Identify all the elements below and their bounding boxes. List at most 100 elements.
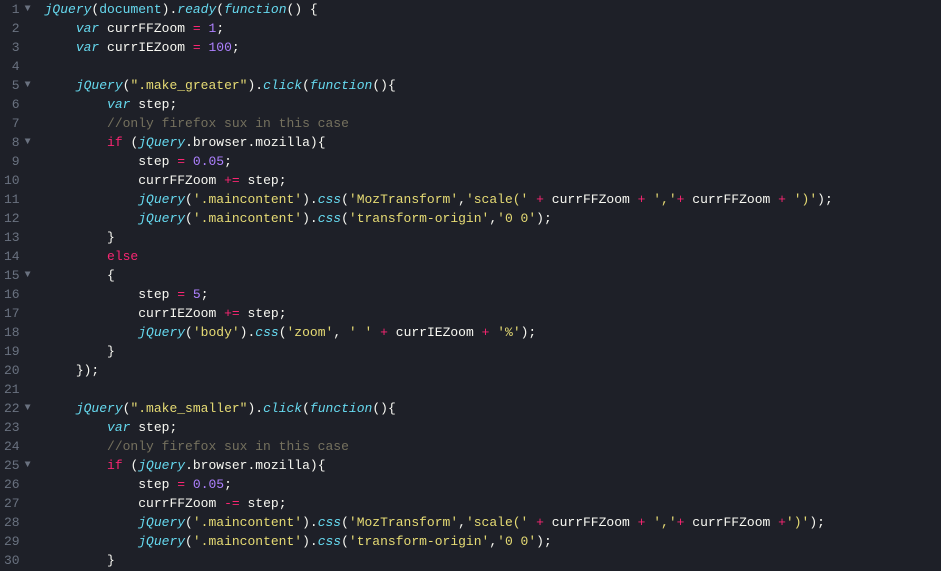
code-line[interactable]: jQuery(".make_smaller").click(function()… <box>45 399 941 418</box>
token-var: browser <box>193 133 248 152</box>
token-func: css <box>255 323 278 342</box>
code-line[interactable]: var currIEZoom = 100; <box>45 38 941 57</box>
token-indent <box>45 266 107 285</box>
fold-marker-icon[interactable]: ▼ <box>23 266 33 285</box>
code-line[interactable]: { <box>45 266 941 285</box>
code-line[interactable]: } <box>45 228 941 247</box>
fold-marker-icon[interactable]: ▼ <box>23 0 33 19</box>
token-punct <box>185 19 193 38</box>
token-string: ".make_smaller" <box>130 399 247 418</box>
token-string: '%' <box>497 323 520 342</box>
token-punct <box>544 190 552 209</box>
code-line[interactable]: }); <box>45 361 941 380</box>
code-line[interactable]: jQuery('.maincontent').css('MozTransform… <box>45 190 941 209</box>
code-line[interactable]: step = 5; <box>45 285 941 304</box>
token-punct: ( <box>302 76 310 95</box>
code-line[interactable]: var step; <box>45 95 941 114</box>
token-punct: ). <box>247 76 263 95</box>
token-var: step <box>138 95 169 114</box>
code-line[interactable]: currFFZoom += step; <box>45 171 941 190</box>
token-operator: + <box>677 513 685 532</box>
token-punct <box>216 304 224 323</box>
token-indent <box>45 304 139 323</box>
token-indent <box>45 209 139 228</box>
token-punct: ( <box>123 133 139 152</box>
line-number: 12 <box>4 209 33 228</box>
token-operator: + <box>536 190 544 209</box>
code-editor[interactable]: 1▼2345▼678▼9101112131415▼16171819202122▼… <box>0 0 941 571</box>
code-line[interactable] <box>45 380 941 399</box>
token-indent <box>45 475 139 494</box>
token-punct: ){ <box>310 456 326 475</box>
code-line[interactable]: jQuery(document).ready(function() { <box>45 0 941 19</box>
token-var: currIEZoom <box>107 38 185 57</box>
token-func: css <box>318 532 341 551</box>
line-number: 23 <box>4 418 33 437</box>
code-line[interactable]: if (jQuery.browser.mozilla){ <box>45 456 941 475</box>
token-punct <box>130 418 138 437</box>
code-line[interactable]: jQuery('body').css('zoom', ' ' + currIEZ… <box>45 323 941 342</box>
code-line[interactable]: else <box>45 247 941 266</box>
token-punct: ); <box>536 532 552 551</box>
token-punct <box>130 95 138 114</box>
token-storage: var <box>76 38 99 57</box>
token-indent <box>45 285 139 304</box>
token-punct: ; <box>216 19 224 38</box>
token-punct: ( <box>185 190 193 209</box>
token-string: '.maincontent' <box>193 513 302 532</box>
code-line[interactable]: currFFZoom -= step; <box>45 494 941 513</box>
token-number: 5 <box>193 285 201 304</box>
token-punct <box>240 494 248 513</box>
fold-marker-icon[interactable]: ▼ <box>23 133 33 152</box>
token-builtin: document <box>99 0 161 19</box>
token-operator: + <box>536 513 544 532</box>
code-line[interactable] <box>45 57 941 76</box>
line-number: 15▼ <box>4 266 33 285</box>
token-punct <box>185 285 193 304</box>
code-line[interactable]: jQuery('.maincontent').css('MozTransform… <box>45 513 941 532</box>
token-punct: ). <box>162 0 178 19</box>
token-indent <box>45 95 107 114</box>
token-punct: ; <box>224 152 232 171</box>
code-line[interactable]: currIEZoom += step; <box>45 304 941 323</box>
token-string: ".make_greater" <box>130 76 247 95</box>
code-line[interactable]: step = 0.05; <box>45 475 941 494</box>
token-punct: ( <box>341 513 349 532</box>
token-punct <box>474 323 482 342</box>
token-operator: + <box>380 323 388 342</box>
code-line[interactable]: jQuery('.maincontent').css('transform-or… <box>45 532 941 551</box>
code-line[interactable]: jQuery('.maincontent').css('transform-or… <box>45 209 941 228</box>
token-punct <box>240 304 248 323</box>
token-func: ready <box>177 0 216 19</box>
token-punct: } <box>107 228 115 247</box>
code-line[interactable]: } <box>45 551 941 570</box>
line-number: 21 <box>4 380 33 399</box>
token-var: step <box>138 152 169 171</box>
token-punct: ); <box>809 513 825 532</box>
token-var: currFFZoom <box>552 513 630 532</box>
code-line[interactable]: //only firefox sux in this case <box>45 437 941 456</box>
token-punct: , <box>489 209 497 228</box>
code-line[interactable]: if (jQuery.browser.mozilla){ <box>45 133 941 152</box>
token-punct: ( <box>302 399 310 418</box>
fold-marker-icon[interactable]: ▼ <box>23 76 33 95</box>
token-punct: ( <box>123 76 131 95</box>
code-line[interactable]: var currFFZoom = 1; <box>45 19 941 38</box>
token-punct: ). <box>240 323 256 342</box>
token-var: currFFZoom <box>552 190 630 209</box>
code-line[interactable]: step = 0.05; <box>45 152 941 171</box>
code-line[interactable]: //only firefox sux in this case <box>45 114 941 133</box>
token-indent <box>45 133 107 152</box>
token-indent <box>45 19 76 38</box>
token-punct <box>216 171 224 190</box>
token-punct <box>185 152 193 171</box>
code-line[interactable]: jQuery(".make_greater").click(function()… <box>45 76 941 95</box>
code-line[interactable]: } <box>45 342 941 361</box>
code-line[interactable]: var step; <box>45 418 941 437</box>
line-number: 7 <box>4 114 33 133</box>
token-punct: ( <box>91 0 99 19</box>
token-var: browser <box>193 456 248 475</box>
code-area[interactable]: jQuery(document).ready(function() { var … <box>41 0 941 571</box>
fold-marker-icon[interactable]: ▼ <box>23 399 33 418</box>
fold-marker-icon[interactable]: ▼ <box>23 456 33 475</box>
